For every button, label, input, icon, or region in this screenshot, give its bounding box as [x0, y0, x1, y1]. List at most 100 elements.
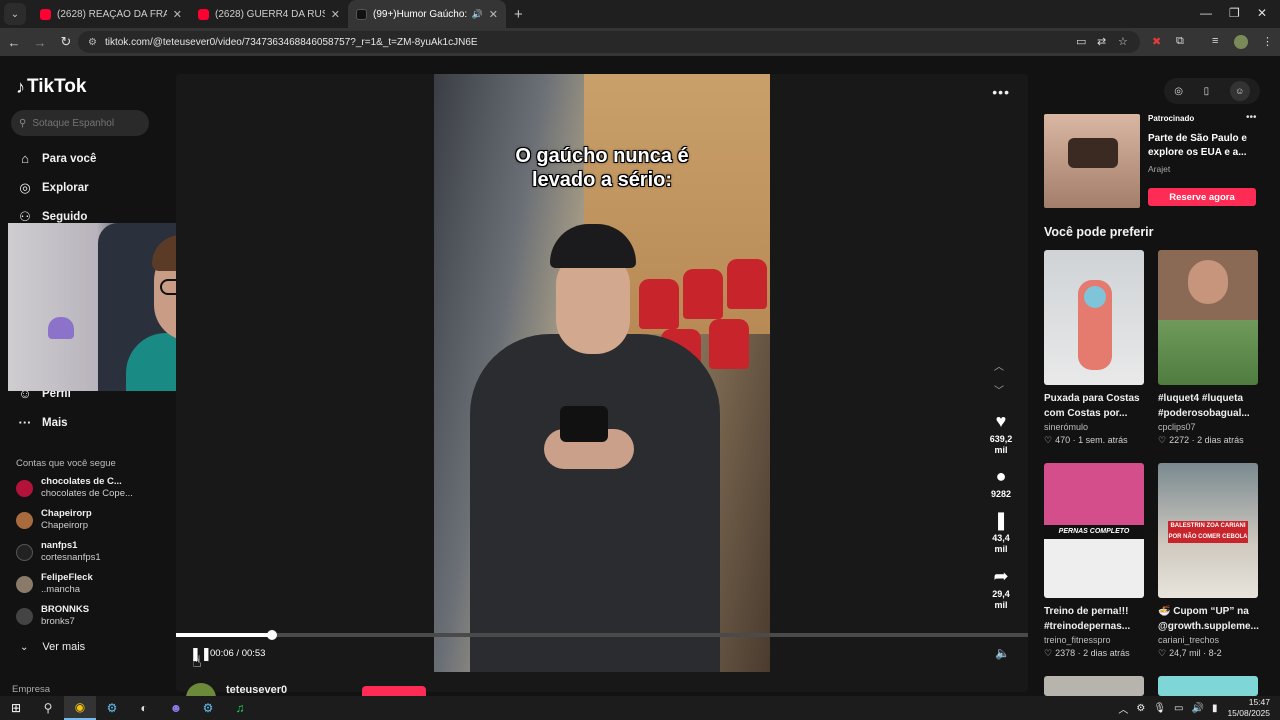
- more-options-icon[interactable]: •••: [992, 84, 1010, 100]
- steam-icon[interactable]: ⚙: [96, 696, 128, 720]
- account-avatar[interactable]: [1234, 35, 1248, 49]
- search-input[interactable]: [32, 117, 133, 129]
- browser-tab-3[interactable]: (99+)Humor Gaúcho: Palav 🔊 ✕: [348, 0, 506, 28]
- heart-icon: ♥: [995, 411, 1007, 431]
- avatar: [16, 607, 33, 625]
- microphone-icon[interactable]: 🎙: [1153, 703, 1166, 714]
- discord-icon[interactable]: ☻: [160, 696, 192, 720]
- device-icon[interactable]: ▯: [1204, 86, 1210, 97]
- search-icon[interactable]: ⚲: [32, 696, 64, 720]
- ad-thumbnail[interactable]: [1044, 114, 1140, 208]
- card-thumbnail[interactable]: [1158, 250, 1258, 385]
- steam-icon[interactable]: ⚙: [192, 696, 224, 720]
- back-button[interactable]: ←: [2, 35, 26, 50]
- speaker-icon[interactable]: 🔊: [472, 9, 483, 20]
- progress-handle[interactable]: [267, 630, 278, 640]
- nav-item-mais[interactable]: ··· Mais: [16, 415, 68, 430]
- video-player[interactable]: O gaúcho nunca é levado a sério: ••• ︿ ﹀…: [176, 74, 1028, 692]
- close-tab-icon[interactable]: ✕: [331, 8, 340, 21]
- chrome-menu-icon[interactable]: ⋮: [1262, 35, 1273, 48]
- system-tray: ︿ ⚙ 🎙 ▭ 🔊 ▮ 15:47 15/08/2025: [1114, 696, 1280, 720]
- windows-start-icon[interactable]: ⊞: [0, 696, 32, 720]
- close-window-button[interactable]: ✕: [1257, 6, 1267, 20]
- share-button[interactable]: ➦ 29,4 mil: [982, 565, 1020, 611]
- browser-tab-1[interactable]: (2628) REAÇÃO DA FRANÇA CO ✕: [32, 0, 190, 28]
- chevron-up-icon[interactable]: ︿: [994, 358, 1004, 373]
- author-username[interactable]: teteusever0: [226, 684, 287, 696]
- chevron-up-icon[interactable]: ︿: [1118, 701, 1128, 716]
- avatar: [16, 511, 33, 529]
- following-account[interactable]: Chapeirorp Chapeirorp: [16, 508, 92, 532]
- see-more-button[interactable]: ⌄ Ver mais: [20, 641, 85, 653]
- ad-more-icon[interactable]: •••: [1246, 112, 1257, 123]
- nav-item-explorar[interactable]: ◎ Explorar: [16, 180, 88, 196]
- follow-button[interactable]: [362, 686, 426, 696]
- steam-tray-icon[interactable]: ⚙: [1136, 703, 1145, 714]
- card-thumbnail[interactable]: BALESTRIN ZOA CARIANI POR NÃO COMER CEBO…: [1158, 463, 1258, 598]
- tiktok-logo[interactable]: ♪ TikTok: [16, 76, 86, 98]
- browser-tab-2[interactable]: (2628) GUERR4 DA RUSS1A X K ✕: [190, 0, 348, 28]
- new-tab-button[interactable]: +: [514, 6, 523, 23]
- chevron-down-icon[interactable]: ﹀: [994, 382, 1004, 397]
- recommendation-card[interactable]: Puxada para Costas com Costas por... sin…: [1044, 250, 1144, 446]
- windows-taskbar: ⊞ ⚲ ◉ ⚙ ◐ ☻ ⚙ ♫ ︿ ⚙ 🎙 ▭ 🔊 ▮ 15:47 15/08/…: [0, 696, 1280, 720]
- recommendation-card[interactable]: PERNAS COMPLETO Treino de perna!!! #trei…: [1044, 463, 1144, 659]
- puzzle-icon[interactable]: ⧉: [1176, 35, 1184, 48]
- recommendation-card[interactable]: #luquet4 #luqueta #poderosobagual... cpc…: [1158, 250, 1258, 446]
- video-time: 00:06 / 00:53: [210, 648, 266, 659]
- following-account[interactable]: FelipeFleck ..mancha: [16, 572, 93, 596]
- recommendations-heading: Você pode preferir: [1044, 225, 1154, 239]
- reserve-now-button[interactable]: Reserve agora: [1148, 188, 1256, 206]
- recommendation-card[interactable]: [1044, 676, 1144, 696]
- chrome-icon[interactable]: ◉: [64, 696, 96, 720]
- youtube-icon: [40, 8, 51, 20]
- obs-icon[interactable]: ◐: [128, 696, 160, 720]
- footer-company-link[interactable]: Empresa: [12, 684, 50, 695]
- avatar: [16, 575, 33, 593]
- minimize-button[interactable]: —: [1200, 6, 1212, 20]
- like-button[interactable]: ♥ 639,2 mil: [982, 410, 1020, 456]
- reading-list-icon[interactable]: ≡: [1212, 35, 1218, 47]
- reload-button[interactable]: ↻: [54, 34, 78, 50]
- ad-title[interactable]: Parte de São Paulo e explore os EUA e a.…: [1148, 132, 1258, 160]
- speaker-icon[interactable]: 🔊: [1191, 703, 1203, 714]
- author-avatar[interactable]: [186, 683, 216, 696]
- video-frame[interactable]: O gaúcho nunca é levado a sério:: [434, 74, 770, 672]
- following-account[interactable]: nanfps1 cortesnanfps1: [16, 540, 101, 564]
- heart-icon: ♡: [1158, 435, 1167, 445]
- video-caption: O gaúcho nunca é levado a sério:: [515, 145, 689, 191]
- top-action-group: ◎ ▯ ☺: [1164, 78, 1260, 104]
- restore-button[interactable]: ❐: [1229, 6, 1240, 20]
- profile-icon[interactable]: ☺: [1229, 81, 1250, 101]
- tab-search-icon[interactable]: ⌄: [4, 3, 26, 25]
- save-button[interactable]: ❚ 43,4 mil: [982, 509, 1020, 555]
- network-icon[interactable]: ▭: [1174, 703, 1183, 714]
- video-progress-bar[interactable]: [176, 630, 1028, 640]
- battery-icon[interactable]: ▮: [1212, 703, 1218, 714]
- card-thumbnail[interactable]: PERNAS COMPLETO: [1044, 463, 1144, 598]
- forward-button[interactable]: →: [28, 35, 52, 50]
- compass-icon[interactable]: ◎: [1174, 86, 1183, 97]
- heart-icon: ♡: [1158, 648, 1167, 658]
- site-info-icon[interactable]: ⚙: [88, 37, 97, 48]
- volume-icon[interactable]: 🔈: [995, 646, 1010, 660]
- recommendation-card[interactable]: BALESTRIN ZOA CARIANI POR NÃO COMER CEBO…: [1158, 463, 1259, 659]
- search-box[interactable]: ⚲: [11, 110, 149, 136]
- card-thumbnail[interactable]: [1044, 250, 1144, 385]
- following-account[interactable]: chocolates de C... chocolates de Cope...: [16, 476, 133, 500]
- system-clock[interactable]: 15:47 15/08/2025: [1227, 697, 1270, 719]
- following-heading: Contas que você segue: [16, 458, 116, 469]
- extension-icon[interactable]: ✖: [1152, 35, 1161, 48]
- url-field[interactable]: ⚙ tiktok.com/@teteusever0/video/73473634…: [78, 31, 1140, 53]
- following-account[interactable]: BRONNKS bronks7: [16, 604, 89, 628]
- spotify-icon[interactable]: ♫: [224, 696, 256, 720]
- close-tab-icon[interactable]: ✕: [489, 8, 498, 21]
- comment-button[interactable]: ● 9282: [982, 465, 1020, 500]
- bookmark-star-icon[interactable]: ☆: [1118, 35, 1128, 48]
- tiktok-note-icon: ♪: [16, 76, 25, 97]
- nav-item-para-voce[interactable]: ⌂ Para você: [16, 151, 96, 166]
- translate-icon[interactable]: ⇄: [1097, 35, 1106, 48]
- close-tab-icon[interactable]: ✕: [173, 8, 182, 21]
- cast-icon[interactable]: ▭: [1076, 35, 1086, 48]
- recommendation-card[interactable]: [1158, 676, 1258, 696]
